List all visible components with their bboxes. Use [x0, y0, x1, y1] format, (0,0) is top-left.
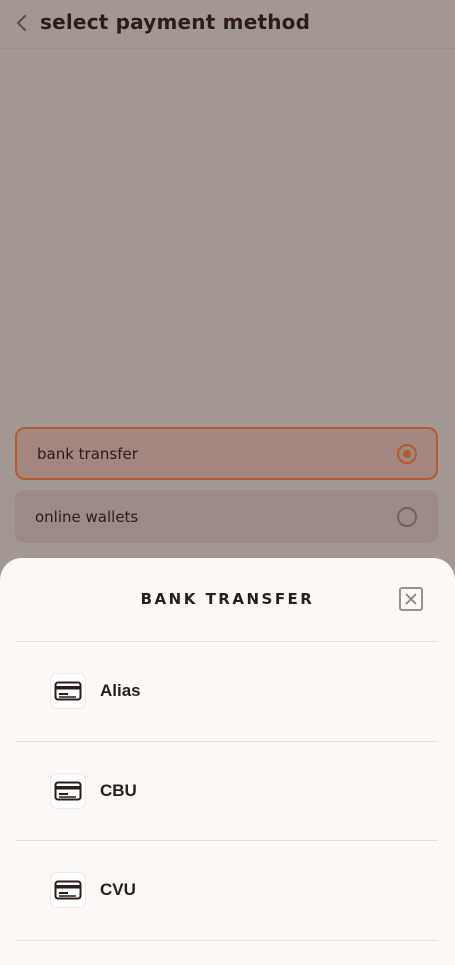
card-icon	[51, 674, 85, 708]
radio-selected-icon[interactable]	[397, 444, 417, 464]
list-item-alias[interactable]: Alias	[15, 642, 438, 741]
card-icon	[51, 873, 85, 907]
back-arrow-icon[interactable]	[13, 13, 31, 33]
sheet-title: BANK TRANSFER	[140, 590, 315, 608]
radio-unselected-icon[interactable]	[397, 507, 417, 527]
page-title: select payment method	[40, 10, 311, 34]
option-online-wallets[interactable]: online wallets	[15, 490, 438, 543]
item-label: Alias	[100, 681, 141, 700]
item-label: CBU	[100, 781, 137, 800]
divider	[15, 940, 438, 941]
bottom-sheet: BANK TRANSFER Alias CBU CVU	[0, 558, 455, 965]
option-bank-transfer[interactable]: bank transfer	[15, 427, 438, 480]
option-label: online wallets	[35, 508, 139, 526]
header-bar: select payment method	[0, 0, 455, 49]
card-icon	[51, 774, 85, 808]
option-label: bank transfer	[37, 445, 138, 463]
list-item-cvu[interactable]: CVU	[15, 841, 438, 940]
item-label: CVU	[100, 880, 136, 899]
list-item-cbu[interactable]: CBU	[15, 742, 438, 841]
close-icon[interactable]	[399, 587, 423, 611]
